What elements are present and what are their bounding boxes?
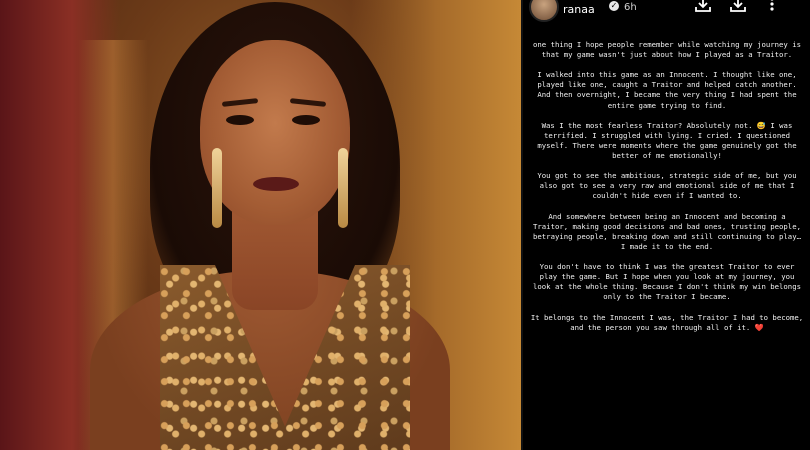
- story-paragraph: You got to see the ambitious, strategic …: [537, 171, 797, 201]
- more-vertical-icon[interactable]: [763, 0, 781, 13]
- portrait-left-earring: [212, 148, 222, 228]
- portrait-lips: [253, 177, 299, 191]
- instagram-story-panel: ranaa ✓ 6h one thing I hope people remem…: [523, 0, 810, 450]
- download-icon[interactable]: [729, 0, 747, 13]
- story-paragraph: I walked into this game as an Innocent. …: [537, 70, 797, 110]
- story-header: ranaa ✓ 6h: [523, 0, 810, 22]
- story-paragraph: one thing I hope people remember while w…: [533, 40, 801, 60]
- woman-portrait-photo: [0, 0, 521, 450]
- story-paragraph: It belongs to the Innocent I was, the Tr…: [530, 312, 804, 332]
- portrait-right-eye: [292, 115, 320, 125]
- story-paragraph: You don't have to think I was the greate…: [533, 262, 801, 302]
- story-username[interactable]: ranaa: [563, 3, 595, 16]
- portrait-face: [200, 40, 350, 225]
- story-paragraph: And somewhere between being an Innocent …: [533, 211, 801, 251]
- download-icon[interactable]: [694, 0, 712, 13]
- avatar[interactable]: [529, 0, 559, 22]
- verified-badge-icon: ✓: [609, 1, 619, 11]
- portrait-right-earring: [338, 148, 348, 228]
- story-time: 6h: [624, 2, 637, 13]
- story-caption: one thing I hope people remember while w…: [529, 40, 805, 343]
- story-paragraph: Was I the most fearless Traitor? Absolut…: [537, 120, 797, 161]
- portrait-left-eye: [226, 115, 254, 125]
